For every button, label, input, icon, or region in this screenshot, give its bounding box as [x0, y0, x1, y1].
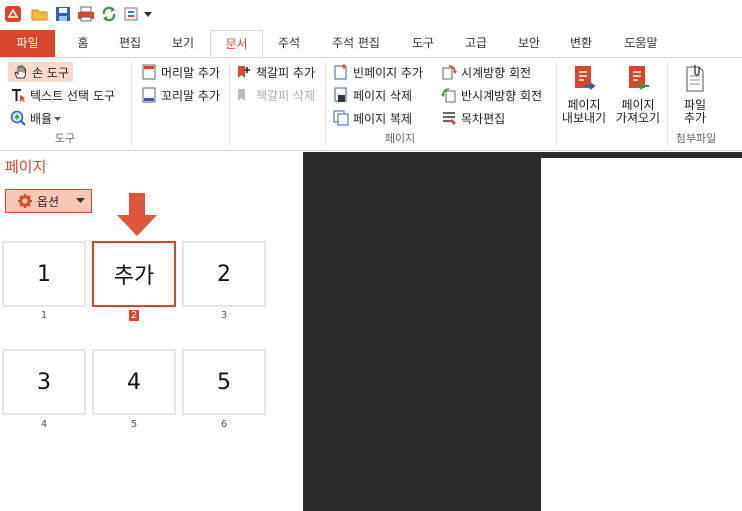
tab-help[interactable]: 도움말: [615, 30, 667, 57]
rotate-clockwise-label: 시계방향 회전: [461, 65, 532, 80]
print-icon[interactable]: [77, 5, 95, 23]
ribbon-separator: [131, 62, 132, 146]
page-thumbnail[interactable]: 3: [2, 349, 86, 415]
page-thumbnail-number: 4: [40, 419, 48, 430]
zoom-dropdown-icon: [54, 111, 62, 125]
blank-page-add-button[interactable]: 빈페이지 추가: [333, 62, 423, 82]
options-button[interactable]: 옵션: [5, 189, 92, 213]
text-cursor-icon: [10, 87, 26, 103]
selected-number-badge: 2: [128, 310, 140, 321]
footer-icon: [141, 87, 157, 103]
group-label-page: 페이지: [384, 132, 416, 145]
page-thumbnail-number: 1: [40, 310, 48, 321]
quick-access-toolbar: [0, 0, 742, 30]
ribbon: 손 도구 텍스트 선택 도구 배율 도구 머리말 추가 꼬리말 추가 책갈피 추…: [0, 58, 742, 151]
page-delete-label: 페이지 삭제: [353, 88, 413, 103]
page-import-label-2: 가져오기: [615, 111, 661, 125]
page-import-button[interactable]: 페이지 가져오기: [612, 64, 664, 125]
options-label: 옵션: [37, 194, 60, 209]
toc-edit-label: 목차편집: [461, 111, 506, 126]
bookmark-delete-label: 책갈피 삭제: [256, 88, 316, 103]
tab-view[interactable]: 보기: [165, 30, 201, 57]
blank-page-icon: [333, 64, 349, 80]
ribbon-separator: [229, 62, 230, 146]
zoom-icon: [10, 110, 26, 126]
document-page[interactable]: [541, 158, 742, 511]
refresh-icon[interactable]: [100, 5, 118, 23]
bookmark-delete-button[interactable]: 책갈피 삭제: [236, 85, 315, 105]
zoom-button[interactable]: 배율: [10, 108, 62, 128]
page-delete-icon: [333, 87, 349, 103]
page-export-button[interactable]: 페이지 내보내기: [559, 64, 609, 125]
page-select-icon[interactable]: [124, 5, 142, 23]
footer-add-label: 꼬리말 추가: [161, 88, 221, 103]
attach-file-icon: [672, 64, 718, 94]
ribbon-separator: [556, 62, 557, 146]
hand-icon: [12, 64, 28, 80]
tab-convert[interactable]: 변환: [563, 30, 599, 57]
page-export-label-2: 내보내기: [561, 111, 607, 125]
group-label-tools: 도구: [54, 132, 76, 145]
rotate-clockwise-button[interactable]: 시계방향 회전: [441, 62, 531, 82]
open-folder-icon[interactable]: [31, 5, 49, 23]
footer-add-button[interactable]: 꼬리말 추가: [141, 85, 220, 105]
gear-icon: [18, 194, 34, 208]
page-duplicate-icon: [333, 110, 349, 126]
tab-home[interactable]: 홈: [68, 30, 98, 57]
blank-page-add-label: 빈페이지 추가: [353, 65, 424, 80]
page-thumbnail[interactable]: 2: [182, 241, 266, 307]
page-import-icon: [612, 64, 664, 94]
save-icon[interactable]: [54, 5, 72, 23]
attach-file-button[interactable]: 파일 추가: [672, 64, 718, 125]
app-logo-icon: [4, 5, 22, 23]
page-thumbnail-selected[interactable]: 추가: [92, 241, 176, 307]
rotate-counter-button[interactable]: 반시계방향 회전: [441, 85, 542, 105]
tab-annotation-edit[interactable]: 주석 편집: [325, 30, 387, 57]
text-select-tool-label: 텍스트 선택 도구: [30, 88, 115, 103]
bookmark-add-label: 책갈피 추가: [256, 65, 316, 80]
header-add-label: 머리말 추가: [161, 65, 221, 80]
tab-document[interactable]: 문서: [210, 30, 263, 57]
text-select-tool-button[interactable]: 텍스트 선택 도구: [10, 85, 115, 105]
toc-list-icon: [441, 110, 457, 126]
tab-edit[interactable]: 편집: [113, 30, 147, 57]
tab-advanced[interactable]: 고급: [458, 30, 494, 57]
ribbon-tab-bar: 파일 홈 편집 보기 문서 주석 주석 편집 도구 고급 보안 변환 도움말: [0, 30, 742, 58]
bookmark-add-icon: [236, 64, 252, 80]
page-thumbnail-number: 5: [130, 419, 138, 430]
page-thumbnail[interactable]: 4: [92, 349, 176, 415]
page-export-icon: [559, 64, 609, 94]
toc-edit-button[interactable]: 목차편집: [441, 108, 505, 128]
bookmark-add-button[interactable]: 책갈피 추가: [236, 62, 315, 82]
tab-file[interactable]: 파일: [0, 30, 55, 57]
page-thumbnail-number: 3: [220, 310, 228, 321]
page-duplicate-label: 페이지 복제: [353, 111, 413, 126]
zoom-label: 배율: [30, 111, 53, 126]
tab-annotation[interactable]: 주석: [271, 30, 307, 57]
ribbon-separator: [667, 62, 668, 146]
arrow-down-icon: [116, 193, 158, 240]
hand-tool-label: 손 도구: [32, 65, 69, 80]
group-label-attachment: 첨부파일: [675, 132, 717, 145]
ribbon-separator: [325, 62, 326, 146]
page-thumbnail-number-selected: 2: [92, 310, 176, 321]
tab-security[interactable]: 보안: [511, 30, 547, 57]
hand-tool-button[interactable]: 손 도구: [8, 62, 73, 82]
page-thumbnail[interactable]: 5: [182, 349, 266, 415]
tab-tools[interactable]: 도구: [405, 30, 441, 57]
rotate-counter-label: 반시계방향 회전: [461, 88, 543, 103]
header-add-button[interactable]: 머리말 추가: [141, 62, 220, 82]
page-thumbnail[interactable]: 1: [2, 241, 86, 307]
attach-file-label-2: 추가: [683, 111, 707, 125]
page-thumbnail-number: 6: [220, 419, 228, 430]
page-duplicate-button[interactable]: 페이지 복제: [333, 108, 412, 128]
qat-customize-icon[interactable]: [142, 5, 154, 23]
bookmark-delete-icon: [236, 87, 252, 103]
header-icon: [141, 64, 157, 80]
page-delete-button[interactable]: 페이지 삭제: [333, 85, 412, 105]
options-dropdown-icon: [76, 198, 85, 204]
rotate-clockwise-icon: [441, 64, 457, 80]
rotate-counterclockwise-icon: [441, 87, 457, 103]
panel-title: 페이지: [5, 158, 47, 176]
